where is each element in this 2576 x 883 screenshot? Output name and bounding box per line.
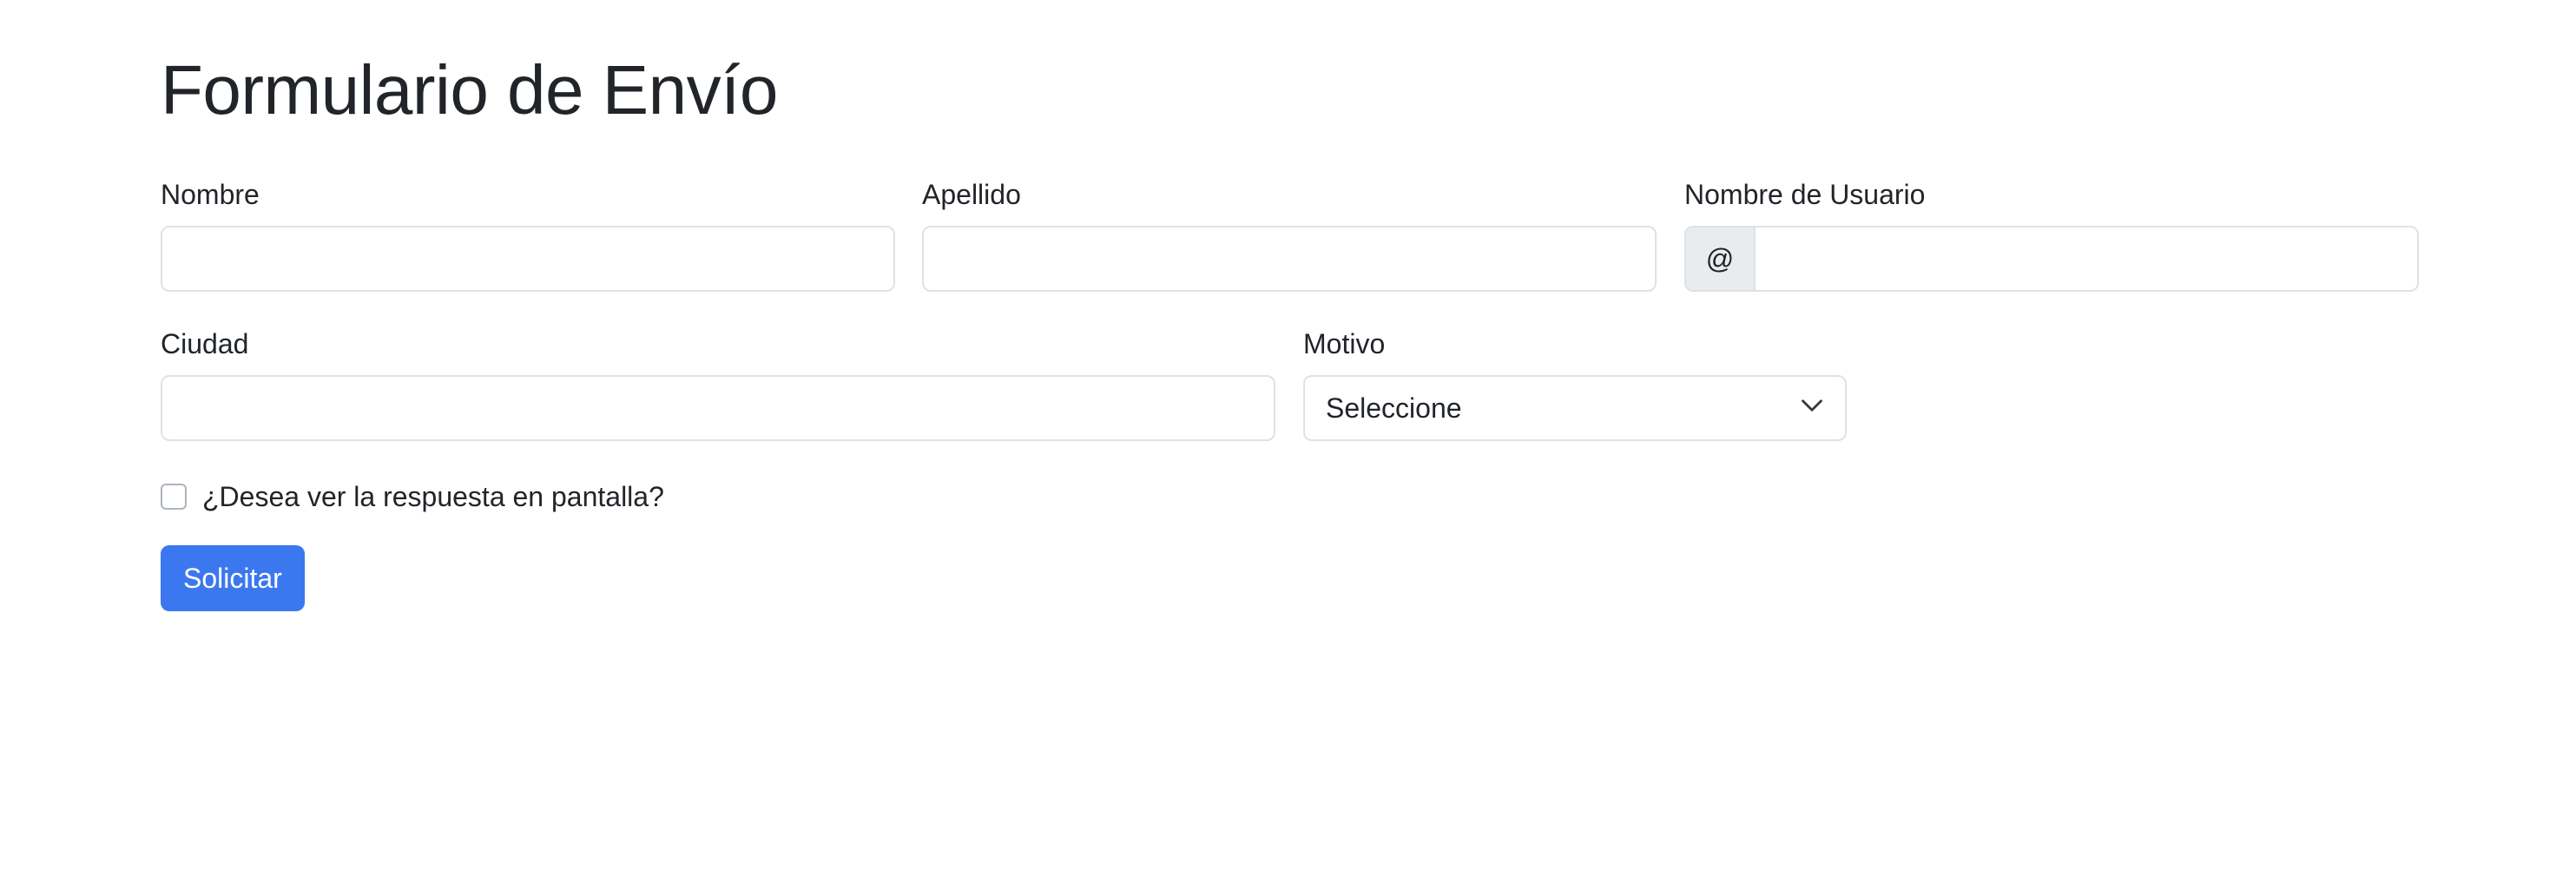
usuario-input-group: @ bbox=[1684, 226, 2419, 292]
nombre-label: Nombre bbox=[161, 179, 260, 210]
apellido-label: Apellido bbox=[922, 179, 1021, 210]
field-nombre: Nombre bbox=[161, 177, 895, 295]
ciudad-input[interactable] bbox=[161, 375, 1275, 441]
solicitar-button[interactable]: Solicitar bbox=[161, 545, 305, 611]
field-usuario: Nombre de Usuario @ bbox=[1684, 177, 2419, 295]
mostrar-respuesta-row: ¿Desea ver la respuesta en pantalla? bbox=[161, 479, 664, 514]
apellido-input[interactable] bbox=[922, 226, 1657, 292]
page-title: Formulario de Envío bbox=[161, 51, 778, 128]
chevron-down-icon bbox=[1800, 392, 1824, 425]
field-apellido: Apellido bbox=[922, 177, 1657, 295]
mostrar-respuesta-label[interactable]: ¿Desea ver la respuesta en pantalla? bbox=[202, 479, 664, 514]
motivo-label: Motivo bbox=[1303, 328, 1386, 359]
nombre-input[interactable] bbox=[161, 226, 895, 292]
field-ciudad: Ciudad bbox=[161, 326, 1275, 445]
motivo-select[interactable]: Seleccione bbox=[1303, 375, 1847, 441]
at-sign-prefix: @ bbox=[1684, 226, 1754, 292]
ciudad-label: Ciudad bbox=[161, 328, 249, 359]
motivo-selected-value: Seleccione bbox=[1326, 392, 1462, 424]
usuario-input[interactable] bbox=[1754, 226, 2419, 292]
field-motivo: Motivo Seleccione bbox=[1303, 326, 1847, 445]
mostrar-respuesta-checkbox[interactable] bbox=[161, 484, 187, 510]
usuario-label: Nombre de Usuario bbox=[1684, 179, 1926, 210]
